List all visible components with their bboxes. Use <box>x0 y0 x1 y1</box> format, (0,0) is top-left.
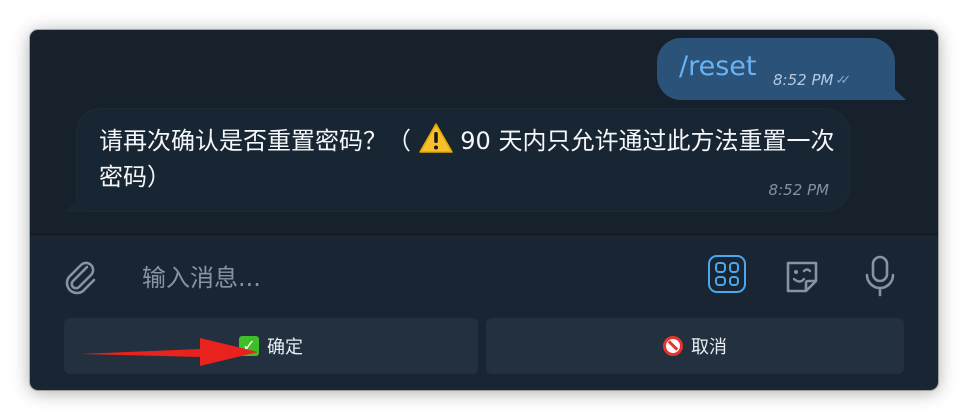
message-text-part1: 请再次确认是否重置密码？（ <box>99 127 411 155</box>
confirm-label: 确定 <box>267 337 303 358</box>
message-input[interactable] <box>140 257 704 299</box>
paperclip-icon[interactable] <box>60 257 100 297</box>
message-time: 8:52 PM <box>773 71 834 89</box>
command-text[interactable]: /reset <box>679 50 756 84</box>
bot-commands-button[interactable] <box>708 255 746 293</box>
microphone-icon[interactable] <box>860 253 900 299</box>
cancel-button[interactable]: 取消 <box>486 318 904 374</box>
composer-bar <box>30 235 938 315</box>
no-entry-icon <box>663 336 683 356</box>
grid-cell <box>715 275 726 286</box>
cancel-label: 取消 <box>691 337 727 358</box>
grid-cell <box>728 275 739 286</box>
message-list[interactable]: /reset 8:52 PM ✓✓ 请再次确认是否重置密码？（ 90 天内只允许… <box>30 30 938 234</box>
message-time: 8:52 PM <box>768 181 829 199</box>
incoming-message-bubble[interactable]: 请再次确认是否重置密码？（ 90 天内只允许通过此方法重置一次密码） 8:52 … <box>76 108 850 212</box>
red-arrow-annotation <box>80 338 258 366</box>
bubble-tail <box>888 88 906 100</box>
message-text: 请再次确认是否重置密码？（ 90 天内只允许通过此方法重置一次密码） <box>99 123 839 195</box>
outgoing-message-bubble[interactable]: /reset 8:52 PM ✓✓ <box>657 38 895 100</box>
chat-window: /reset 8:52 PM ✓✓ 请再次确认是否重置密码？（ 90 天内只允许… <box>30 30 938 390</box>
grid-cell <box>715 262 726 273</box>
read-receipt-icon: ✓✓ <box>835 72 851 88</box>
grid-cell <box>728 262 739 273</box>
message-meta: 8:52 PM ✓✓ <box>773 71 851 89</box>
warning-icon <box>418 123 453 153</box>
bubble-tail <box>64 200 82 212</box>
sticker-icon[interactable] <box>780 255 824 299</box>
